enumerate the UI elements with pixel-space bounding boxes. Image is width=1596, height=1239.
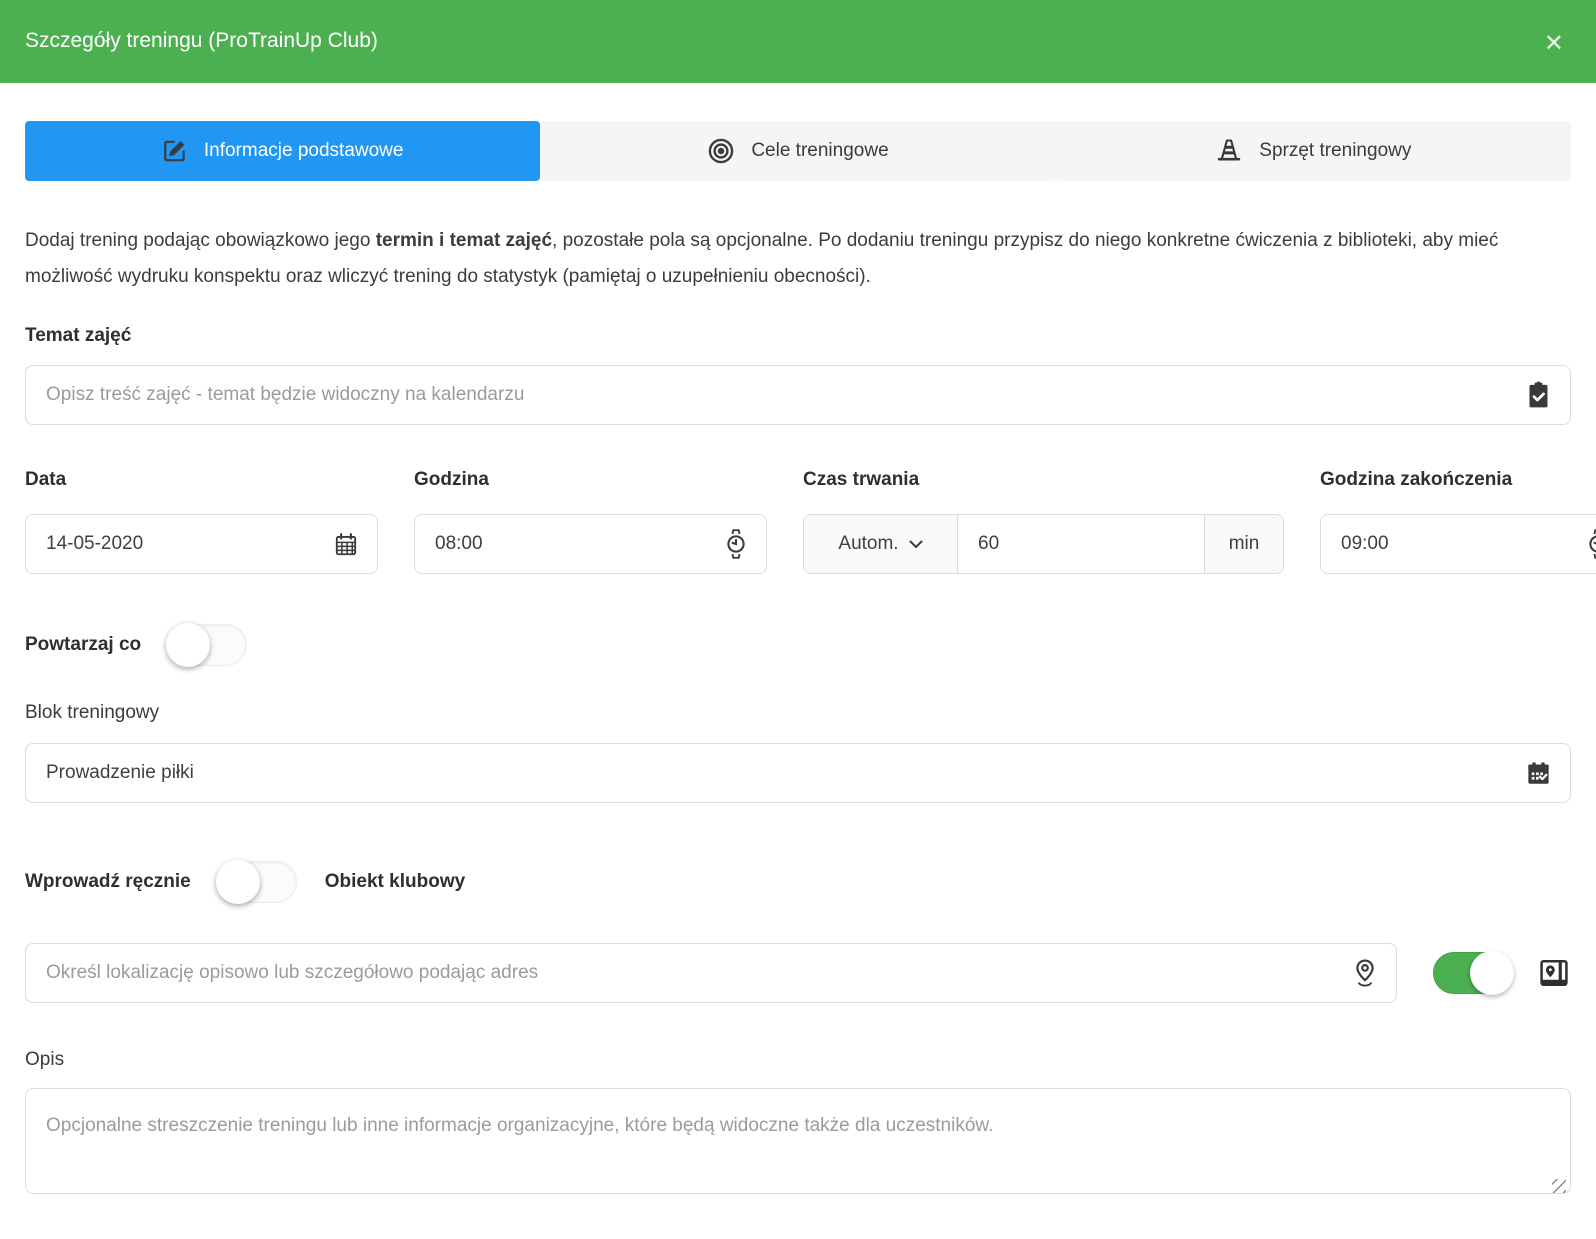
calendar-event-icon[interactable] [1525,759,1552,787]
blok-treningowy-input[interactable] [46,744,1525,802]
godzina-zakonczenia-label: Godzina zakończenia [1320,469,1596,491]
blok-treningowy-label: Blok treningowy [25,702,1571,724]
czas-trwania-unit: min [1204,515,1283,573]
opis-textarea-shell [25,1088,1571,1199]
tab-cele-treningowe[interactable]: Cele treningowe [540,121,1055,181]
date-time-row: Data Godzina [25,469,1571,574]
data-input-shell [25,514,378,574]
chevron-down-icon [909,540,923,549]
field-temat-zajec: Temat zajęć [25,325,1571,425]
tab-label: Informacje podstawowe [204,140,404,162]
traffic-cone-icon [1215,137,1243,165]
close-icon: ✕ [1544,29,1564,57]
intro-bold-text: termin i temat zajęć [376,230,552,251]
obiekt-klubowy-label: Obiekt klubowy [325,871,465,893]
wprowadz-recznie-toggle[interactable] [217,861,297,903]
row-wprowadz-recznie: Wprowadź ręcznie Obiekt klubowy [25,861,1571,903]
tab-bar: Informacje podstawowe Cele treningowe [25,121,1571,181]
field-godzina: Godzina [414,469,767,574]
temat-zajec-label: Temat zajęć [25,325,1571,347]
edit-icon [162,138,188,164]
temat-zajec-input-shell [25,365,1571,425]
tab-sprzet-treningowy[interactable]: Sprzęt treningowy [1056,121,1571,181]
field-blok-treningowy: Blok treningowy [25,702,1571,803]
modal-header: Szczegóły treningu (ProTrainUp Club) ✕ [0,0,1596,83]
field-godzina-zakonczenia: Godzina zakończenia [1320,469,1596,574]
temat-zajec-input[interactable] [46,366,1525,424]
tab-label: Sprzęt treningowy [1259,140,1411,162]
lokalizacja-input-shell [25,943,1397,1003]
clipboard-check-icon[interactable] [1525,380,1552,410]
watch-icon[interactable] [1586,529,1596,559]
calendar-icon[interactable] [333,531,359,558]
opis-label: Opis [25,1049,1571,1071]
czas-trwania-label: Czas trwania [803,469,1284,491]
map-book-icon[interactable] [1537,956,1571,990]
intro-paragraph: Dodaj trening podając obowiązkowo jego t… [25,223,1571,295]
toggle-knob [166,623,210,667]
godzina-zakonczenia-input[interactable] [1341,515,1586,573]
wprowadz-recznie-label: Wprowadź ręcznie [25,871,191,893]
bullseye-icon [707,137,735,165]
godzina-input[interactable] [435,515,724,573]
data-label: Data [25,469,378,491]
lokalizacja-toggle[interactable] [1433,952,1513,994]
row-powtarzaj: Powtarzaj co [25,624,1571,666]
blok-treningowy-input-shell [25,743,1571,803]
field-opis: Opis [25,1049,1571,1199]
map-pin-icon[interactable] [1352,958,1378,988]
data-input[interactable] [46,515,333,573]
powtarzaj-label: Powtarzaj co [25,634,141,656]
godzina-label: Godzina [414,469,767,491]
row-lokalizacja [25,943,1571,1003]
tab-informacje-podstawowe[interactable]: Informacje podstawowe [25,121,540,181]
lokalizacja-input[interactable] [46,944,1352,1002]
toggle-knob [1470,951,1514,995]
modal-body: Informacje podstawowe Cele treningowe [0,83,1596,1239]
watch-icon[interactable] [724,529,748,559]
godzina-zakonczenia-input-shell [1320,514,1596,574]
powtarzaj-toggle[interactable] [167,624,247,666]
opis-textarea[interactable] [25,1088,1571,1194]
tab-label: Cele treningowe [751,140,888,162]
field-data: Data [25,469,378,574]
godzina-input-shell [414,514,767,574]
resize-grip[interactable] [1552,1179,1566,1193]
czas-trwania-mode-select[interactable]: Autom. [804,515,958,573]
field-czas-trwania: Czas trwania Autom. min [803,469,1284,574]
czas-trwania-group: Autom. min [803,514,1284,574]
intro-text: Dodaj trening podając obowiązkowo jego [25,230,376,251]
toggle-knob [216,860,260,904]
czas-trwania-input[interactable] [958,515,1204,573]
close-button[interactable]: ✕ [1540,17,1568,55]
modal-title: Szczegóły treningu (ProTrainUp Club) [25,19,378,53]
czas-trwania-mode-value: Autom. [838,533,898,555]
